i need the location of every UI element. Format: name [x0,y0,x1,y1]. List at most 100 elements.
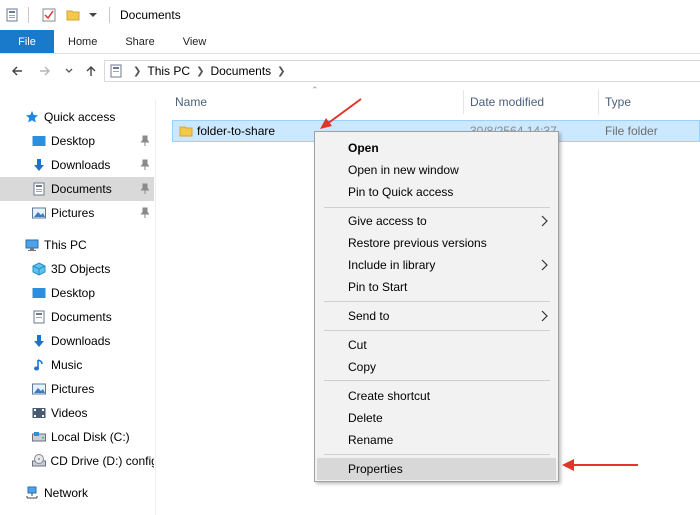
nav-pc-downloads[interactable]: Downloads [0,329,154,353]
nav-qa-desktop[interactable]: Desktop [0,129,154,153]
pin-icon[interactable] [140,183,150,195]
menu-open[interactable]: Open [317,137,556,159]
column-divider[interactable] [598,90,599,114]
pin-icon[interactable] [140,207,150,219]
menu-label: Include in library [348,258,436,272]
column-header-date[interactable]: Date modified [470,88,598,116]
address-bar[interactable]: ❯ This PC ❯ Documents ❯ [104,60,700,82]
nav-pc-pictures[interactable]: Pictures [0,377,154,401]
navigation-pane: Quick access Desktop Downloads Documents… [0,100,156,515]
nav-pc-desktop[interactable]: Desktop [0,281,154,305]
title-bar: Documents [0,0,700,30]
up-arrow-icon[interactable] [80,60,102,82]
menu-separator [324,330,550,331]
nav-label: Local Disk (C:) [51,430,130,444]
network-icon [24,485,40,501]
recent-locations-icon[interactable] [58,60,80,82]
nav-pc-documents[interactable]: Documents [0,305,154,329]
column-header-label: Type [605,95,632,109]
breadcrumb-chevron-icon[interactable]: ❯ [196,66,204,77]
nav-this-pc[interactable]: This PC [0,233,154,257]
desktop-icon [31,133,47,149]
new-folder-icon[interactable] [65,7,81,23]
menu-create-shortcut[interactable]: Create shortcut [317,385,556,407]
tab-view[interactable]: View [169,30,221,53]
nav-label: Desktop [51,286,96,300]
menu-separator [324,380,550,381]
menu-give-access[interactable]: Give access to [317,210,556,232]
nav-pc-local-disk[interactable]: Local Disk (C:) [0,425,154,449]
nav-label: Desktop [51,134,96,148]
menu-label: Give access to [348,214,427,228]
breadcrumb-chevron-icon[interactable]: ❯ [277,66,285,77]
menu-send-to[interactable]: Send to [317,305,556,327]
tab-share[interactable]: Share [111,30,168,53]
nav-network[interactable]: Network [0,481,154,505]
column-header-name[interactable]: Name [175,88,463,116]
pin-icon[interactable] [140,135,150,147]
3d-objects-icon [31,261,47,277]
menu-properties[interactable]: Properties [317,458,556,480]
menu-separator [324,454,550,455]
nav-label: Pictures [51,206,95,220]
download-arrow-icon [31,333,47,349]
computer-icon [24,237,40,253]
menu-pin-start[interactable]: Pin to Start [317,276,556,298]
column-header-label: Name [175,95,208,109]
nav-pc-music[interactable]: Music [0,353,154,377]
this-pc-location-icon [109,64,123,78]
nav-qa-pictures[interactable]: Pictures [0,201,154,225]
nav-pc-3d-objects[interactable]: 3D Objects [0,257,154,281]
column-divider[interactable] [463,90,464,114]
nav-label: Pictures [51,382,95,396]
nav-pc-videos[interactable]: Videos [0,401,154,425]
menu-open-new-window[interactable]: Open in new window [317,159,556,181]
breadcrumb-chevron-icon[interactable]: ❯ [133,66,141,77]
nav-label: Documents [51,310,112,324]
tab-file[interactable]: File [0,30,54,53]
properties-check-icon[interactable] [41,7,57,23]
tab-home[interactable]: Home [54,30,111,53]
nav-label: CD Drive (D:) config [50,454,154,468]
submenu-chevron-icon [541,215,548,227]
breadcrumb-documents[interactable]: Documents [210,64,271,78]
file-type: File folder [605,124,658,138]
desktop-icon [31,285,47,301]
column-header-type[interactable]: Type [605,88,700,116]
breadcrumb-this-pc[interactable]: This PC [147,64,190,78]
menu-rename[interactable]: Rename [317,429,556,451]
menu-delete[interactable]: Delete [317,407,556,429]
folder-icon [179,125,193,137]
menu-copy[interactable]: Copy [317,356,556,378]
nav-qa-downloads[interactable]: Downloads [0,153,154,177]
context-menu: Open Open in new window Pin to Quick acc… [314,131,559,482]
menu-include-library[interactable]: Include in library [317,254,556,276]
file-explorer-icon[interactable] [4,7,20,23]
navigation-row: ❯ This PC ❯ Documents ❯ [0,55,700,87]
nav-quick-access[interactable]: Quick access [0,105,154,129]
nav-label: Music [51,358,83,372]
customize-toolbar-icon[interactable] [85,7,101,23]
nav-pc-cd-drive[interactable]: CD Drive (D:) config [0,449,154,473]
file-name: folder-to-share [197,124,276,138]
menu-cut[interactable]: Cut [317,334,556,356]
pin-icon[interactable] [140,159,150,171]
pictures-icon [31,381,47,397]
videos-icon [31,405,47,421]
documents-icon [31,181,47,197]
pictures-icon [31,205,47,221]
annotation-arrow-properties [562,459,638,471]
back-arrow-icon[interactable] [6,60,28,82]
titlebar-divider [28,7,29,23]
column-header-label: Date modified [470,95,545,109]
nav-label: 3D Objects [51,262,111,276]
titlebar-divider [109,7,110,23]
nav-label: Downloads [51,334,111,348]
menu-pin-quick-access[interactable]: Pin to Quick access [317,181,556,203]
nav-label: Downloads [51,158,111,172]
nav-label: Videos [51,406,88,420]
nav-qa-documents[interactable]: Documents [0,177,154,201]
menu-restore-versions[interactable]: Restore previous versions [317,232,556,254]
forward-arrow-icon[interactable] [34,60,56,82]
menu-separator [324,207,550,208]
